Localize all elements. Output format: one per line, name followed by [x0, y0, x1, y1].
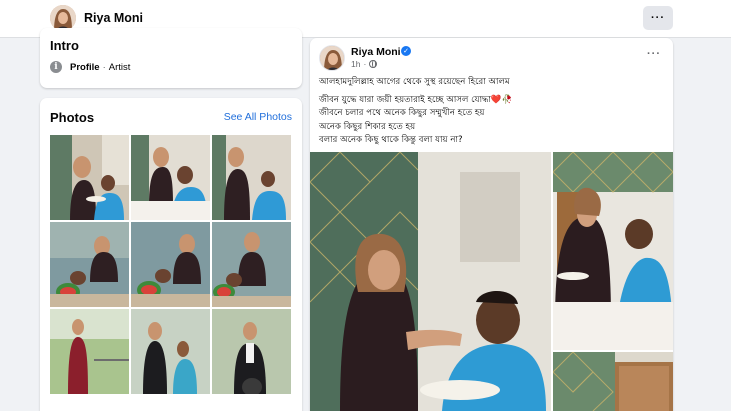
post-text: আলহামদুলিল্লাহ আগের থেকে সুস্থ রয়েছেন হ…	[319, 76, 664, 148]
post-image[interactable]	[553, 352, 673, 411]
photo-thumbnail[interactable]	[50, 222, 129, 307]
post-text-line: বলার অনেক কিছু থাকে কিন্তু বলা যায় না?	[319, 135, 463, 146]
post-card: Riya Moni ✓ 1h · ··· আলহামদুলিল্লাহ আগের…	[310, 38, 673, 411]
intro-card: Intro i Profile · Artist	[40, 28, 302, 88]
post-meta: 1h ·	[351, 59, 378, 69]
post-text-line: জীবনে চলার পথে অনেক কিছুর সম্মুখীন হতে হ…	[319, 108, 485, 119]
post-image[interactable]	[553, 152, 673, 350]
photo-thumbnail[interactable]	[212, 135, 291, 220]
photos-title: Photos	[50, 110, 95, 125]
intro-title: Intro	[50, 38, 79, 53]
more-options-button[interactable]: ···	[643, 6, 673, 30]
photos-card: Photos See All Photos	[40, 98, 302, 411]
photo-thumbnail[interactable]	[212, 222, 291, 307]
post-text-line: আলহামদুলিল্লাহ আগের থেকে সুস্থ রয়েছেন হ…	[319, 77, 510, 87]
info-icon: i	[50, 61, 62, 73]
photo-thumbnail[interactable]	[50, 135, 129, 220]
post-image[interactable]	[310, 152, 551, 411]
verified-badge-icon: ✓	[401, 46, 411, 56]
post-author-name[interactable]: Riya Moni	[351, 46, 401, 58]
post-time[interactable]: 1h	[351, 59, 360, 69]
intro-separator: ·	[102, 61, 106, 73]
intro-profile-label: Profile	[70, 61, 100, 73]
intro-profile-value: Artist	[108, 61, 131, 73]
photo-thumbnail[interactable]	[131, 222, 210, 307]
globe-icon	[369, 60, 378, 68]
post-options-button[interactable]: ···	[647, 48, 661, 60]
profile-name[interactable]: Riya Moni	[84, 11, 143, 25]
post-time-separator: ·	[363, 59, 367, 69]
post-text-line: জীবন যুদ্ধে যারা জয়ী হয়তারাই হচ্ছে আসল…	[319, 94, 513, 105]
post-photo-collage	[310, 152, 673, 411]
intro-profile-row: i Profile · Artist	[50, 61, 130, 73]
photo-thumbnail[interactable]	[50, 309, 129, 394]
photo-thumbnail[interactable]	[131, 135, 210, 220]
photo-thumbnail[interactable]	[212, 309, 291, 394]
post-author-avatar[interactable]	[319, 45, 345, 71]
photo-thumbnail[interactable]	[131, 309, 210, 394]
post-text-line: অনেক কিছুর শিকার হতে হয়	[319, 121, 416, 132]
see-all-photos-link[interactable]: See All Photos	[224, 111, 292, 123]
